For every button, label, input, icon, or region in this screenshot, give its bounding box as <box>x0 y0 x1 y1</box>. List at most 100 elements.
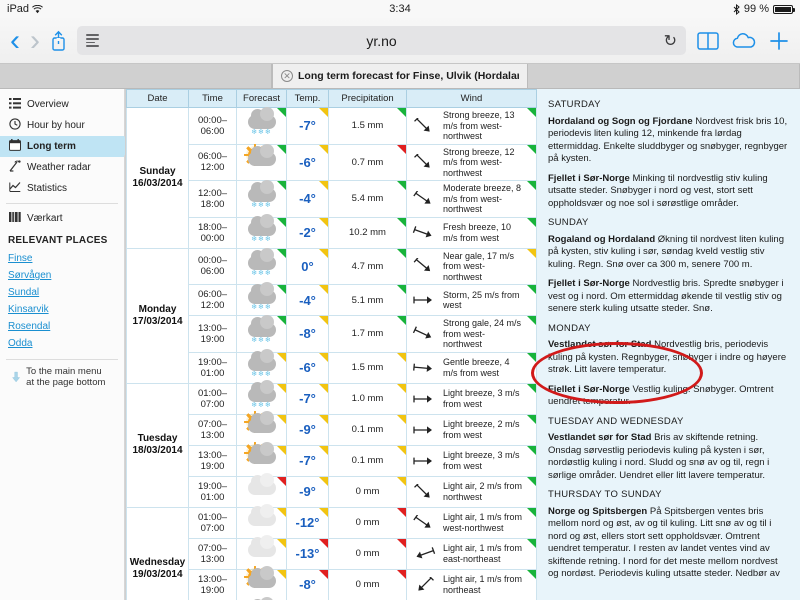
corner-flag-red <box>397 569 406 579</box>
table-row: 07:00– 13:00 -13° 0 mm Light air, 1 m/s from… <box>127 535 537 570</box>
wind-description: Moderate breeze, 8 m/s from west-northwe… <box>443 183 522 214</box>
temperature-cell: -7° <box>286 444 329 477</box>
table-row: Sunday 16/03/2014 00:00– 06:00 ❄❄❄ -7° 1.5 mm S… <box>126 107 537 249</box>
sidebar-item-label: Weather radar <box>27 162 91 173</box>
precipitation-cell: 4.7 mm <box>328 247 407 285</box>
wind-arrow-icon <box>413 190 431 204</box>
battery-icon <box>773 4 795 14</box>
place-link-sørvågen[interactable]: Sørvågen <box>0 267 124 284</box>
back-button[interactable]: ‹ <box>10 25 20 56</box>
icloud-tabs-icon[interactable] <box>730 31 758 51</box>
wind-cell: Storm, 25 m/s from west <box>406 284 537 316</box>
bluetooth-icon <box>733 3 740 15</box>
wind-cell: Light air, 1 m/s from northeast <box>406 568 537 600</box>
temperature-value: -9° <box>299 422 316 437</box>
corner-flag-yellow <box>319 476 328 486</box>
wind-arrow-icon <box>413 514 431 528</box>
forecast-paragraph: Fjellet i Sør-Norge Nordvestlig bris. Sp… <box>548 278 790 316</box>
cloud-light-icon <box>244 535 280 563</box>
wind-content: Strong breeze, 12 m/s from west-northwes… <box>409 147 532 179</box>
forward-button[interactable]: › <box>30 25 40 56</box>
temperature-cell: -8° <box>286 315 329 353</box>
url-text: yr.no <box>366 32 397 49</box>
corner-flag-green <box>527 144 536 154</box>
table-row: 13:00– 19:00 -7° 0.1 mm Light breeze, 3 m/s … <box>127 442 537 477</box>
precipitation-value: 0 mm <box>355 579 380 590</box>
safari-toolbar: ‹ › yr.no ↻ <box>0 18 800 64</box>
sidebar-item-overview[interactable]: Overview <box>0 94 124 115</box>
precipitation-cell: 0.7 mm <box>328 143 407 181</box>
wind-content: Strong breeze, 13 m/s from west-northwes… <box>409 110 532 142</box>
corner-flag-green <box>277 285 286 294</box>
wind-description: Light air, 1 m/s from northeast <box>443 574 523 595</box>
temperature-cell: -9° <box>286 475 329 508</box>
to-main-menu-link[interactable]: To the main menu at the page bottom <box>6 359 118 388</box>
place-link-odda[interactable]: Odda <box>0 335 124 352</box>
close-icon[interactable]: ✕ <box>281 70 293 82</box>
forecast-paragraph: Fjellet i Sør-Norge Vestlig kuling. Snøb… <box>548 384 790 409</box>
forecast-cell: ❄❄❄ <box>236 380 287 415</box>
wind-direction-arrow-icon <box>409 422 439 438</box>
tab-placeholder-left[interactable] <box>0 64 272 88</box>
wind-description: Light breeze, 2 m/s from west <box>443 419 520 440</box>
address-bar[interactable]: yr.no ↻ <box>77 26 686 55</box>
wind-description: Light air, 1 m/s from east-northeast <box>443 543 523 564</box>
column-header-wind: Wind <box>406 89 537 108</box>
book-icon[interactable] <box>696 31 720 51</box>
forecast-region-name: Vestlandet sør for Stad <box>548 432 652 443</box>
corner-flag-green <box>277 144 286 154</box>
reader-view-icon[interactable] <box>86 34 99 47</box>
wind-direction-arrow-icon <box>409 360 439 376</box>
cloud-snow-icon: ❄❄❄ <box>244 107 280 136</box>
precipitation-value: 1.5 mm <box>351 362 384 373</box>
plus-icon[interactable] <box>768 30 790 52</box>
corner-flag-yellow <box>397 352 406 362</box>
sidebar-item-long-term[interactable]: Long term <box>0 136 131 157</box>
wind-arrow-icon <box>412 326 432 339</box>
wind-cell: Light air, 1 m/s from west-northwest <box>406 506 537 539</box>
cloud-snow-icon: ❄❄❄ <box>244 315 280 344</box>
table-header-row: Date Time Forecast Temp. Precipitation Wind <box>126 89 537 108</box>
tab-active[interactable]: ✕ Long term forecast for Finse, Ulvik (H… <box>272 64 528 88</box>
place-link-rosendal[interactable]: Rosendal <box>0 318 124 335</box>
corner-flag-yellow <box>319 316 328 325</box>
place-link-kinsarvik[interactable]: Kinsarvik <box>0 301 124 318</box>
wind-arrow-icon <box>413 394 432 403</box>
sidebar-item-hour-by-hour[interactable]: Hour by hour <box>0 115 124 136</box>
column-header-precipitation: Precipitation <box>328 89 407 108</box>
place-link-sundal[interactable]: Sundal <box>0 284 124 301</box>
temperature-cell: -8° <box>286 568 329 600</box>
wind-direction-arrow-icon <box>409 514 439 531</box>
forecast-cell: ❄❄❄ <box>236 281 287 316</box>
wind-cell: Strong breeze, 13 m/s from west-northwes… <box>406 107 537 145</box>
time-cell: 06:00– 12:00 <box>188 284 237 316</box>
date-value: 17/03/2014 <box>132 315 183 327</box>
wind-cell: Light air, 1 m/s from east-northeast <box>406 537 537 570</box>
to-main-menu-label: To the main menu at the page bottom <box>26 366 106 388</box>
sidebar-item-weather-radar[interactable]: Weather radar <box>0 157 124 178</box>
sidebar: Overview Hour by hour Long term Weather rad… <box>0 89 131 600</box>
forecast-section-heading: THURSDAY TO SUNDAY <box>548 489 662 500</box>
wind-arrow-icon <box>418 576 434 591</box>
temperature-value: -6° <box>299 154 316 170</box>
tab-bar: ✕ Long term forecast for Finse, Ulvik (H… <box>0 64 800 89</box>
temperature-cell: -4° <box>286 180 329 218</box>
tab-placeholder-right[interactable] <box>528 64 800 88</box>
sun-cloud-icon <box>243 566 280 594</box>
corner-flag-green <box>277 316 286 325</box>
corner-flag-yellow <box>277 383 286 393</box>
sidebar-item-label: Overview <box>27 99 69 110</box>
temperature-cell: -4° <box>286 284 329 316</box>
sidebar-item-v-rkart[interactable]: Værkart <box>0 208 124 229</box>
wind-cell: Light breeze, 3 m/s from west <box>406 382 537 415</box>
table-row: 19:00– 01:00 -9° 0 mm Light air, 2 m/s from … <box>127 473 537 508</box>
sidebar-item-statistics[interactable]: Statistics <box>0 178 124 199</box>
reload-icon[interactable]: ↻ <box>664 31 677 51</box>
place-link-finse[interactable]: Finse <box>0 250 124 267</box>
wind-direction-arrow-icon <box>409 258 439 274</box>
corner-flag-yellow <box>319 352 328 362</box>
column-header-forecast: Forecast <box>236 89 287 108</box>
corner-flag-green <box>527 181 536 190</box>
share-icon[interactable] <box>50 30 67 52</box>
corner-flag-yellow <box>277 352 286 362</box>
